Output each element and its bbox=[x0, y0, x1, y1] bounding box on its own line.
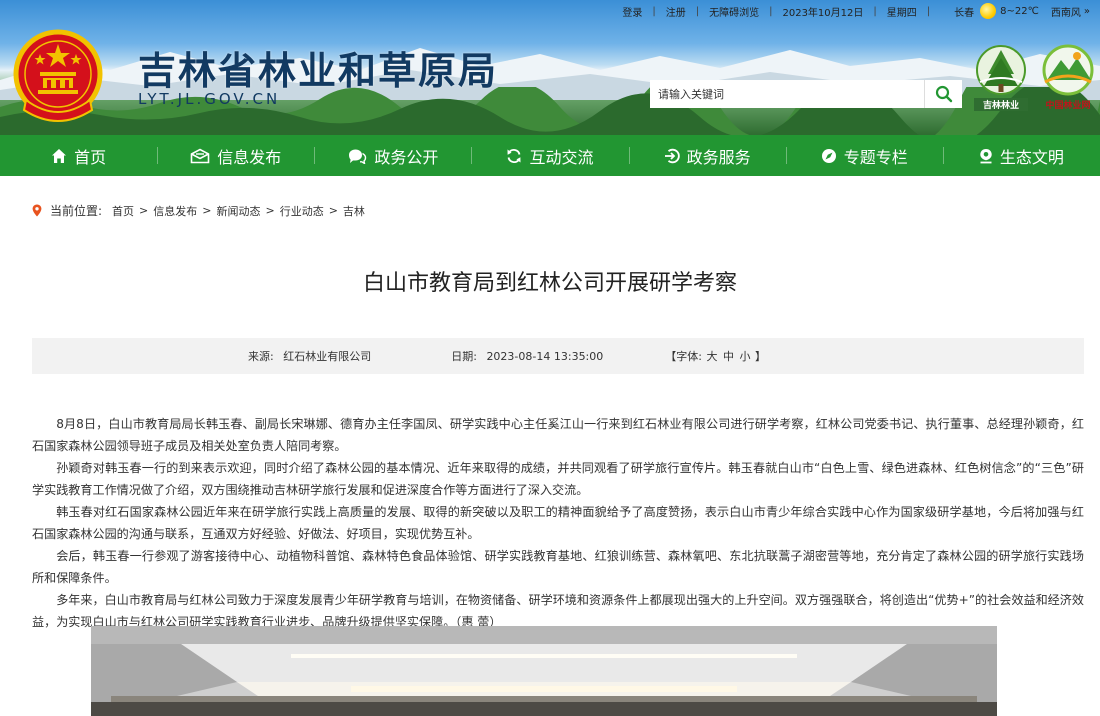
separator: | bbox=[652, 5, 656, 17]
font-size-close: 】 bbox=[754, 350, 766, 363]
nav-item-special-topics[interactable]: 专题专栏 bbox=[785, 135, 943, 176]
breadcrumb-separator: > bbox=[202, 204, 212, 217]
article-paragraph: 孙颖奇对韩玉春一行的到来表示欢迎，同时介绍了森林公园的基本情况、近年来取得的成绩… bbox=[32, 461, 1084, 497]
weather-temperature: 8~22℃ bbox=[1000, 5, 1039, 17]
main-navigation: 首页 信息发布 政务公开 互动交流 政务服务 专题专栏 生态文明 bbox=[0, 135, 1100, 176]
nav-item-label: 专题专栏 bbox=[843, 147, 908, 167]
date-value: 2023-08-14 13:35:00 bbox=[486, 350, 604, 363]
nav-item-label: 首页 bbox=[74, 147, 107, 167]
article-title: 白山市教育局到红林公司开展研学考察 bbox=[362, 271, 737, 296]
china-forestry-emblem-icon bbox=[1042, 44, 1094, 96]
breadcrumb-separator: > bbox=[139, 204, 149, 217]
home-icon bbox=[52, 148, 67, 163]
breadcrumb-item-news[interactable]: 新闻动态 bbox=[216, 203, 260, 219]
article-meta-bar: 来源: 红石林业有限公司 日期: 2023-08-14 13:35:00 【字体… bbox=[32, 338, 1084, 374]
register-link[interactable]: 注册 bbox=[666, 4, 686, 19]
search-box bbox=[650, 80, 962, 108]
nav-item-label: 信息发布 bbox=[217, 147, 282, 167]
current-date: 2023年10月12日 bbox=[782, 7, 864, 19]
search-input[interactable] bbox=[650, 80, 924, 108]
accessible-browse-link[interactable]: 无障碍浏览 bbox=[709, 4, 759, 19]
sun-icon bbox=[980, 3, 997, 19]
breadcrumb-separator: > bbox=[265, 204, 275, 217]
breadcrumb-item-info-release[interactable]: 信息发布 bbox=[153, 203, 197, 219]
temp-high: 22℃ bbox=[1014, 5, 1039, 17]
nav-item-home[interactable]: 首页 bbox=[0, 135, 157, 176]
font-size-small[interactable]: 小 bbox=[739, 350, 750, 363]
china-forestry-label: 中国林业网 bbox=[1045, 101, 1091, 111]
weather-city: 长春 bbox=[954, 7, 975, 19]
chat-icon bbox=[349, 149, 367, 164]
nav-item-gov-affairs[interactable]: 政务公开 bbox=[314, 135, 471, 176]
source-label: 来源: bbox=[248, 350, 274, 363]
separator: | bbox=[873, 5, 877, 17]
font-size-large[interactable]: 大 bbox=[706, 350, 717, 363]
nav-item-interaction[interactable]: 互动交流 bbox=[471, 135, 628, 176]
china-forestry-logo[interactable]: 中国林业网 bbox=[1036, 44, 1100, 111]
header-banner: 登录 | 注册 | 无障碍浏览 | 2023年10月12日 | 星期四 | 长春… bbox=[0, 0, 1100, 135]
search-icon bbox=[935, 85, 952, 103]
font-size-switcher: 【字体: 大 中 小 】 bbox=[665, 348, 766, 364]
current-weekday: 星期四 bbox=[886, 7, 917, 19]
nav-item-label: 生态文明 bbox=[999, 147, 1064, 167]
compass-icon bbox=[821, 148, 836, 163]
message-icon bbox=[190, 148, 210, 163]
location-icon bbox=[980, 148, 992, 163]
nav-item-info-release[interactable]: 信息发布 bbox=[157, 135, 314, 176]
nav-item-label: 互动交流 bbox=[529, 147, 594, 167]
refresh-icon bbox=[507, 148, 521, 163]
nav-item-gov-services[interactable]: 政务服务 bbox=[628, 135, 786, 176]
weather-wind: 西南风 bbox=[1050, 7, 1081, 19]
breadcrumb-separator: > bbox=[328, 204, 338, 217]
article-paragraph: 会后，韩玉春一行参观了游客接待中心、动植物科普馆、森林特色食品体验馆、研学实践教… bbox=[32, 549, 1084, 585]
site-domain: LYT.JL.GOV.CN bbox=[138, 90, 281, 108]
location-pin-icon bbox=[32, 204, 42, 217]
font-size-label: 【字体: bbox=[665, 350, 702, 363]
breadcrumb: 当前位置: 首页 > 信息发布 > 新闻动态 > 行业动态 > 吉林 bbox=[32, 202, 365, 219]
separator: | bbox=[926, 5, 931, 17]
font-size-medium[interactable]: 中 bbox=[723, 350, 734, 363]
article-paragraph: 韩玉春对红石国家森林公园近年来在研学旅行实践上高质量的发展、取得的新突破以及职工… bbox=[32, 505, 1084, 541]
separator: | bbox=[695, 5, 700, 17]
top-utility-bar: 登录 | 注册 | 无障碍浏览 | 2023年10月12日 | 星期四 | 长春… bbox=[622, 2, 1090, 20]
article-source: 来源: 红石林业有限公司 bbox=[248, 348, 371, 364]
breadcrumb-label: 当前位置: bbox=[50, 204, 103, 218]
login-arrow-icon bbox=[664, 148, 680, 163]
nav-item-label: 政务服务 bbox=[686, 147, 751, 167]
temp-low: 8 bbox=[1000, 5, 1007, 17]
separator: | bbox=[769, 5, 773, 17]
nav-item-eco-civilization[interactable]: 生态文明 bbox=[942, 135, 1100, 176]
breadcrumb-item-industry[interactable]: 行业动态 bbox=[280, 203, 324, 219]
article-paragraph: 8月8日，白山市教育局局长韩玉春、副局长宋琳娜、德育办主任李国凤、研学实践中心主… bbox=[32, 417, 1084, 453]
site-title[interactable]: 吉林省林业和草原局 bbox=[138, 40, 498, 95]
breadcrumb-item-home[interactable]: 首页 bbox=[112, 203, 134, 219]
national-emblem-icon bbox=[13, 29, 103, 122]
article-date: 日期: 2023-08-14 13:35:00 bbox=[451, 348, 603, 364]
article-content: 8月8日，白山市教育局局长韩玉春、副局长宋琳娜、德育办主任李国凤、研学实践中心主… bbox=[32, 413, 1084, 633]
article-photo bbox=[91, 626, 997, 716]
jilin-forestry-label: 吉林林业 bbox=[974, 98, 1028, 111]
weather-widget: 长春 8~22℃ 西南风 » bbox=[954, 3, 1090, 19]
login-link[interactable]: 登录 bbox=[622, 4, 642, 19]
ceiling-photo-illustration bbox=[91, 626, 997, 716]
date-label: 日期: bbox=[451, 350, 477, 363]
search-button[interactable] bbox=[924, 80, 962, 108]
nav-item-label: 政务公开 bbox=[374, 147, 439, 167]
jilin-forestry-emblem-icon bbox=[976, 45, 1026, 95]
source-value: 红石林业有限公司 bbox=[283, 350, 372, 363]
weather-more-link[interactable]: » bbox=[1084, 6, 1090, 17]
jilin-forestry-logo[interactable]: 吉林林业 bbox=[974, 44, 1028, 111]
breadcrumb-item-jilin[interactable]: 吉林 bbox=[343, 203, 365, 219]
